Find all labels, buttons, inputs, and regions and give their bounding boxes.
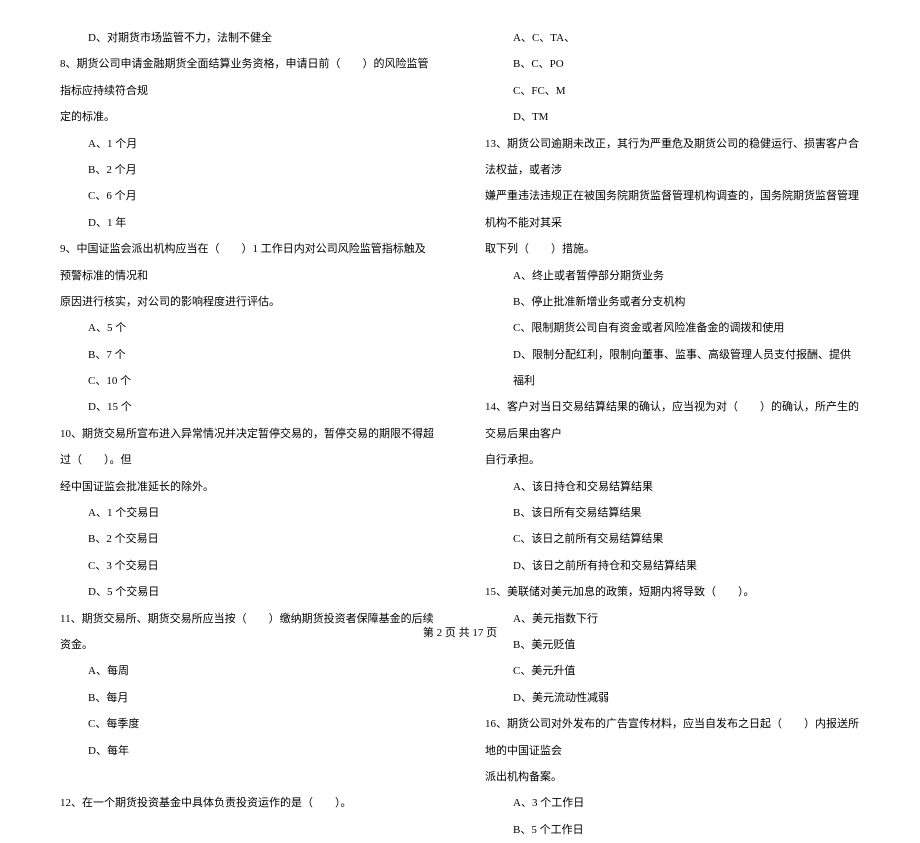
answer-option: D、对期货市场监管不力，法制不健全 [60, 25, 435, 51]
answer-option: B、停止批准新增业务或者分支机构 [485, 289, 860, 315]
question-text: 16、期货公司对外发布的广告宣传材料，应当自发布之日起（ ）内报送所地的中国证监… [485, 711, 860, 764]
answer-option: D、限制分配红利，限制向董事、监事、高级管理人员支付报酬、提供福利 [485, 342, 860, 395]
answer-option: C、6 个月 [60, 183, 435, 209]
right-column: A、C、TA、B、C、POC、FC、MD、TM13、期货公司逾期未改正，其行为严… [485, 25, 860, 615]
question-text: 15、美联储对美元加息的政策，短期内将导致（ ）。 [485, 579, 860, 605]
question-text: 8、期货公司申请金融期货全面结算业务资格，申请日前（ ）的风险监管指标应持续符合… [60, 51, 435, 104]
question-text: 原因进行核实，对公司的影响程度进行评估。 [60, 289, 435, 315]
answer-option: A、C、TA、 [485, 25, 860, 51]
question-text: 自行承担。 [485, 447, 860, 473]
blank-line [60, 764, 435, 790]
answer-option: D、该日之前所有持仓和交易结算结果 [485, 553, 860, 579]
answer-option: D、1 年 [60, 210, 435, 236]
question-text: 9、中国证监会派出机构应当在（ ）1 工作日内对公司风险监管指标触及预警标准的情… [60, 236, 435, 289]
question-text: 13、期货公司逾期未改正，其行为严重危及期货公司的稳健运行、损害客户合法权益，或… [485, 131, 860, 184]
answer-option: A、该日持仓和交易结算结果 [485, 474, 860, 500]
answer-option: C、每季度 [60, 711, 435, 737]
answer-option: C、限制期货公司自有资金或者风险准备金的调拨和使用 [485, 315, 860, 341]
question-text: 取下列（ ）措施。 [485, 236, 860, 262]
answer-option: B、5 个工作日 [485, 817, 860, 843]
answer-option: D、5 个交易日 [60, 579, 435, 605]
answer-option: D、15 个 [60, 394, 435, 420]
answer-option: C、美元升值 [485, 658, 860, 684]
answer-option: A、终止或者暂停部分期货业务 [485, 263, 860, 289]
answer-option: C、10 个 [60, 368, 435, 394]
answer-option: B、每月 [60, 685, 435, 711]
answer-option: D、每年 [60, 738, 435, 764]
question-text: 定的标准。 [60, 104, 435, 130]
page-footer: 第 2 页 共 17 页 [0, 624, 920, 640]
question-text: 14、客户对当日交易结算结果的确认，应当视为对（ ）的确认，所产生的交易后果由客… [485, 394, 860, 447]
left-column: D、对期货市场监管不力，法制不健全8、期货公司申请金融期货全面结算业务资格，申请… [60, 25, 435, 615]
answer-option: C、3 个交易日 [60, 553, 435, 579]
answer-option: D、TM [485, 104, 860, 130]
question-text: 嫌严重违法违规正在被国务院期货监督管理机构调查的，国务院期货监督管理机构不能对其… [485, 183, 860, 236]
question-text: 12、在一个期货投资基金中具体负责投资运作的是（ ）。 [60, 790, 435, 816]
answer-option: A、3 个工作日 [485, 790, 860, 816]
question-text: 10、期货交易所宣布进入异常情况并决定暂停交易的，暂停交易的期限不得超过（ ）。… [60, 421, 435, 474]
answer-option: B、7 个 [60, 342, 435, 368]
question-text: 派出机构备案。 [485, 764, 860, 790]
question-text: 经中国证监会批准延长的除外。 [60, 474, 435, 500]
answer-option: C、该日之前所有交易结算结果 [485, 526, 860, 552]
answer-option: D、美元流动性减弱 [485, 685, 860, 711]
answer-option: A、5 个 [60, 315, 435, 341]
content-wrapper: D、对期货市场监管不力，法制不健全8、期货公司申请金融期货全面结算业务资格，申请… [60, 25, 860, 615]
answer-option: B、2 个月 [60, 157, 435, 183]
answer-option: A、1 个月 [60, 131, 435, 157]
answer-option: A、1 个交易日 [60, 500, 435, 526]
answer-option: A、每周 [60, 658, 435, 684]
answer-option: B、C、PO [485, 51, 860, 77]
answer-option: B、2 个交易日 [60, 526, 435, 552]
answer-option: C、FC、M [485, 78, 860, 104]
answer-option: B、该日所有交易结算结果 [485, 500, 860, 526]
